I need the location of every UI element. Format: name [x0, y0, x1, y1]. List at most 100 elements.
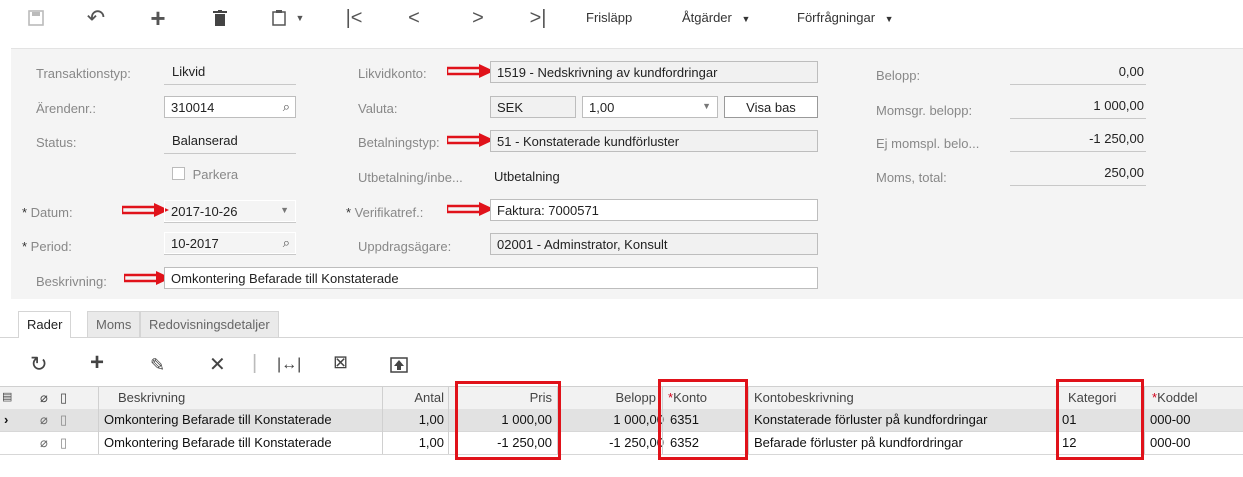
next-record-icon[interactable]: > — [468, 6, 488, 30]
column-header-qty[interactable]: Antal — [380, 390, 444, 405]
cash-account-value: 1519 - Nedskrivning av kundfordringar — [497, 65, 718, 80]
actions-menu[interactable]: Åtgärder ▼ — [682, 10, 750, 25]
payment-receipt-label: Utbetalning/inbe... — [358, 170, 463, 185]
add-row-icon[interactable]: + — [90, 349, 104, 377]
chevron-down-icon[interactable]: ▼ — [280, 205, 289, 215]
red-arrow-icon — [447, 202, 494, 216]
upload-icon[interactable] — [390, 356, 408, 379]
vat-exempt-value: -1 250,00 — [1089, 131, 1144, 146]
row-account-desc[interactable]: Konstaterade förluster på kundfordringar — [754, 412, 987, 427]
save-icon[interactable] — [26, 6, 46, 30]
first-record-icon[interactable]: |< — [342, 6, 366, 30]
row-account-desc[interactable]: Befarade förluster på kundfordringar — [754, 435, 963, 450]
period-underline — [164, 254, 296, 255]
owner-value: 02001 - Adminstrator, Konsult — [497, 237, 668, 252]
status-value: Balanserad — [172, 133, 238, 148]
currency-field[interactable]: SEK — [490, 96, 576, 118]
period-value: 10-2017 — [171, 236, 219, 251]
red-arrow-icon — [447, 64, 494, 78]
inquiries-menu[interactable]: Förfrågningar ▼ — [797, 10, 894, 25]
currency-rate-select[interactable]: 1,00 ▼ — [582, 96, 718, 118]
transaction-type-label: Transaktionstyp: — [36, 66, 131, 81]
fit-width-icon[interactable]: |↔| — [277, 356, 301, 374]
inquiries-menu-label: Förfrågningar — [797, 10, 876, 25]
delete-icon[interactable] — [210, 6, 230, 30]
attachment-icon: ⌀ — [40, 390, 48, 405]
vat-exempt-underline — [1010, 151, 1146, 152]
hold-checkbox[interactable]: Parkera — [172, 167, 238, 182]
column-header-description[interactable]: Beskrivning — [118, 390, 185, 405]
row-amount[interactable]: 1 000,00 — [560, 412, 664, 427]
chevron-down-icon: ▼ — [741, 14, 751, 24]
tab-accounting-details[interactable]: Redovisningsdetaljer — [140, 311, 279, 337]
attachment-icon[interactable]: ⌀ — [40, 412, 48, 428]
date-field[interactable]: 2017-10-26 ▼ — [164, 200, 296, 222]
row-description[interactable]: Omkontering Befarade till Konstaterade — [104, 435, 332, 450]
tab-vat[interactable]: Moms — [87, 311, 141, 337]
copy-paste-icon[interactable] — [268, 6, 290, 30]
export-excel-icon[interactable]: ⊠ — [333, 352, 348, 373]
cash-account-label: Likvidkonto: — [358, 66, 427, 81]
row-subaccount[interactable]: 000-00 — [1150, 435, 1190, 450]
payment-method-value: 51 - Konstaterade kundförluster — [497, 134, 680, 149]
vat-exempt-label: Ej momspl. belo... — [876, 136, 980, 151]
vat-total-label: Moms, total: — [876, 170, 947, 185]
view-base-button[interactable]: Visa bas — [724, 96, 818, 118]
search-icon[interactable]: ⌕ — [283, 99, 290, 115]
column-header-amount[interactable]: Belopp — [560, 390, 656, 405]
case-number-value: 310014 — [171, 100, 215, 115]
date-underline — [164, 222, 296, 223]
description-value: Omkontering Befarade till Konstaterade — [171, 271, 399, 286]
voucher-ref-value: Faktura: 7000571 — [497, 203, 599, 218]
row-selector-icon: ▤ — [2, 391, 13, 403]
last-record-icon[interactable]: >| — [526, 6, 550, 30]
status-underline — [164, 153, 296, 154]
period-field[interactable]: 10-2017 ⌕ — [164, 232, 296, 254]
column-header-subaccount[interactable]: *Koddel — [1152, 390, 1198, 405]
currency-label: Valuta: — [358, 101, 398, 116]
owner-label: Uppdragsägare: — [358, 239, 452, 254]
vat-total-underline — [1010, 185, 1146, 186]
status-label: Status: — [36, 135, 77, 150]
account-column-highlight — [658, 379, 748, 460]
price-column-highlight — [455, 381, 561, 460]
case-number-field[interactable]: 310014 ⌕ — [164, 96, 296, 118]
note-icon[interactable]: ▯ — [60, 412, 67, 428]
vat-taxable-value: 1 000,00 — [1093, 98, 1144, 113]
category-column-highlight — [1056, 379, 1144, 460]
owner-field[interactable]: 02001 - Adminstrator, Konsult — [490, 233, 818, 255]
description-field[interactable]: Omkontering Befarade till Konstaterade — [164, 267, 818, 289]
copy-paste-dropdown-icon[interactable]: ▼ — [294, 6, 306, 30]
case-number-label: Ärendenr.: — [36, 101, 96, 116]
column-header-subaccount-label: Koddel — [1157, 390, 1198, 405]
edit-icon[interactable]: ✎ — [150, 355, 165, 376]
undo-icon[interactable]: ↶ — [86, 6, 106, 30]
note-icon[interactable]: ▯ — [60, 435, 67, 451]
amount-label: Belopp: — [876, 68, 921, 83]
column-header-account-desc[interactable]: Kontobeskrivning — [754, 390, 854, 405]
row-subaccount[interactable]: 000-00 — [1150, 412, 1190, 427]
cash-account-field[interactable]: 1519 - Nedskrivning av kundfordringar — [490, 61, 818, 83]
vat-total-value: 250,00 — [1104, 165, 1144, 180]
row-description[interactable]: Omkontering Befarade till Konstaterade — [104, 412, 332, 427]
release-button[interactable]: Frisläpp — [586, 10, 632, 25]
red-arrow-icon — [447, 133, 494, 147]
red-arrow-icon — [122, 203, 169, 217]
delete-row-icon[interactable]: ✕ — [209, 352, 226, 377]
currency-value: SEK — [497, 100, 524, 115]
current-row-chevron-icon: › — [4, 412, 9, 427]
voucher-ref-label: Verifikatref.: — [346, 205, 424, 220]
previous-record-icon[interactable]: < — [404, 6, 424, 30]
attachment-icon[interactable]: ⌀ — [40, 435, 48, 451]
row-qty[interactable]: 1,00 — [390, 412, 444, 427]
refresh-icon[interactable]: ↻ — [30, 352, 48, 377]
voucher-ref-field[interactable]: Faktura: 7000571 — [490, 199, 818, 221]
row-qty[interactable]: 1,00 — [390, 435, 444, 450]
date-label: Datum: — [22, 205, 73, 220]
row-amount[interactable]: -1 250,00 — [560, 435, 664, 450]
add-icon[interactable]: + — [148, 5, 168, 31]
actions-menu-label: Åtgärder — [682, 10, 732, 25]
tab-rows[interactable]: Rader — [18, 311, 72, 338]
payment-method-field[interactable]: 51 - Konstaterade kundförluster — [490, 130, 818, 152]
search-icon[interactable]: ⌕ — [283, 235, 290, 251]
